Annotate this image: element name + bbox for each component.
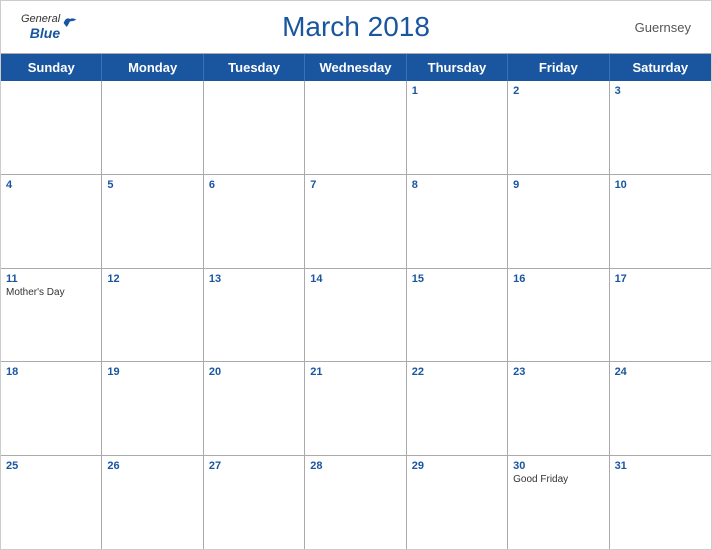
day-number: 31: [615, 460, 706, 472]
day-cell-20: 20: [204, 362, 305, 455]
day-number: 28: [310, 460, 400, 472]
day-cell-2: 2: [508, 81, 609, 174]
week-row-4: 25 26 27 28 29 30 Good Friday 31: [1, 456, 711, 549]
day-number: 8: [412, 179, 502, 191]
week-row-2: 11 Mother's Day 12 13 14 15 16 17: [1, 269, 711, 363]
day-cell-5: 5: [102, 175, 203, 268]
day-header-monday: Monday: [102, 54, 203, 81]
day-headers-row: SundayMondayTuesdayWednesdayThursdayFrid…: [1, 54, 711, 81]
calendar-header: General Blue March 2018 Guernsey: [1, 1, 711, 53]
day-number: 27: [209, 460, 299, 472]
day-cell-empty-0-3: [305, 81, 406, 174]
day-cell-26: 26: [102, 456, 203, 549]
day-cell-12: 12: [102, 269, 203, 362]
day-number: 3: [615, 85, 706, 97]
day-cell-15: 15: [407, 269, 508, 362]
day-cell-1: 1: [407, 81, 508, 174]
day-number: 10: [615, 179, 706, 191]
day-cell-14: 14: [305, 269, 406, 362]
day-cell-25: 25: [1, 456, 102, 549]
day-number: 16: [513, 273, 603, 285]
day-number: 1: [412, 85, 502, 97]
day-number: 6: [209, 179, 299, 191]
day-header-wednesday: Wednesday: [305, 54, 406, 81]
day-number: 5: [107, 179, 197, 191]
day-cell-9: 9: [508, 175, 609, 268]
day-header-sunday: Sunday: [1, 54, 102, 81]
day-cell-13: 13: [204, 269, 305, 362]
day-number: 21: [310, 366, 400, 378]
day-number: 9: [513, 179, 603, 191]
day-number: 14: [310, 273, 400, 285]
logo-bird-icon: [62, 15, 78, 31]
day-number: 7: [310, 179, 400, 191]
logo-blue: Blue: [30, 25, 60, 41]
day-cell-3: 3: [610, 81, 711, 174]
day-cell-empty-0-2: [204, 81, 305, 174]
day-cell-31: 31: [610, 456, 711, 549]
day-header-friday: Friday: [508, 54, 609, 81]
day-cell-11: 11 Mother's Day: [1, 269, 102, 362]
day-number: 29: [412, 460, 502, 472]
day-cell-16: 16: [508, 269, 609, 362]
week-row-0: 123: [1, 81, 711, 175]
calendar-container: General Blue March 2018 Guernsey SundayM…: [0, 0, 712, 550]
day-number: 25: [6, 460, 96, 472]
day-cell-10: 10: [610, 175, 711, 268]
day-cell-28: 28: [305, 456, 406, 549]
day-number: 4: [6, 179, 96, 191]
logo-general: General: [21, 13, 60, 25]
day-number: 30: [513, 460, 603, 472]
day-cell-30: 30 Good Friday: [508, 456, 609, 549]
day-cell-17: 17: [610, 269, 711, 362]
day-cell-23: 23: [508, 362, 609, 455]
day-header-tuesday: Tuesday: [204, 54, 305, 81]
day-cell-21: 21: [305, 362, 406, 455]
day-cell-6: 6: [204, 175, 305, 268]
day-number: 12: [107, 273, 197, 285]
day-cell-4: 4: [1, 175, 102, 268]
day-number: 22: [412, 366, 502, 378]
country-label: Guernsey: [635, 20, 691, 35]
day-cell-8: 8: [407, 175, 508, 268]
weeks-container: 1234567891011Mother's Day121314151617181…: [1, 81, 711, 549]
day-cell-empty-0-0: [1, 81, 102, 174]
day-number: 17: [615, 273, 706, 285]
day-number: 23: [513, 366, 603, 378]
day-cell-19: 19: [102, 362, 203, 455]
day-cell-29: 29: [407, 456, 508, 549]
day-number: 20: [209, 366, 299, 378]
calendar-grid: SundayMondayTuesdayWednesdayThursdayFrid…: [1, 53, 711, 549]
day-number: 13: [209, 273, 299, 285]
day-number: 2: [513, 85, 603, 97]
day-header-thursday: Thursday: [407, 54, 508, 81]
day-cell-22: 22: [407, 362, 508, 455]
event-label: Mother's Day: [6, 287, 96, 298]
day-number: 11: [6, 273, 96, 285]
day-cell-24: 24: [610, 362, 711, 455]
day-number: 19: [107, 366, 197, 378]
day-number: 18: [6, 366, 96, 378]
day-cell-empty-0-1: [102, 81, 203, 174]
week-row-3: 18 19 20 21 22 23 24: [1, 362, 711, 456]
day-cell-27: 27: [204, 456, 305, 549]
day-cell-18: 18: [1, 362, 102, 455]
logo: General Blue: [21, 13, 60, 41]
day-number: 26: [107, 460, 197, 472]
day-number: 24: [615, 366, 706, 378]
calendar-title: March 2018: [282, 11, 430, 43]
day-number: 15: [412, 273, 502, 285]
day-header-saturday: Saturday: [610, 54, 711, 81]
event-label: Good Friday: [513, 474, 603, 485]
week-row-1: 456789 10: [1, 175, 711, 269]
day-cell-7: 7: [305, 175, 406, 268]
